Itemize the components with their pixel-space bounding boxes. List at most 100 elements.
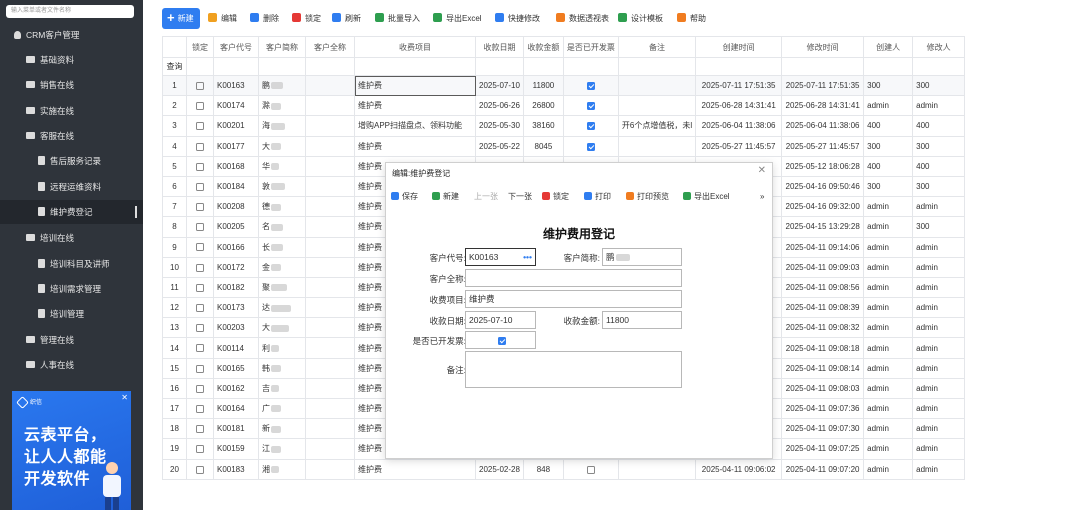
row-number[interactable]: 14 xyxy=(162,337,187,359)
row-number[interactable]: 7 xyxy=(162,196,187,218)
sidebar-item-6[interactable]: 远程运维资料 xyxy=(0,175,143,199)
row-number[interactable]: 11 xyxy=(162,276,187,299)
modifier-cell[interactable]: 300 xyxy=(912,175,966,198)
query-filter-cell[interactable] xyxy=(305,57,355,76)
dialog-toolbar-button-4[interactable]: 锁定 xyxy=(542,190,569,204)
amount-cell[interactable]: 848 xyxy=(522,458,564,480)
lock-checkbox[interactable] xyxy=(186,216,214,238)
row-number[interactable]: 18 xyxy=(162,418,187,440)
toolbar-button-4[interactable]: 刷新 xyxy=(332,8,361,29)
note-cell[interactable] xyxy=(617,458,697,480)
toolbar-button-9[interactable]: 设计模板 xyxy=(618,8,663,29)
note-cell[interactable] xyxy=(617,135,697,157)
query-filter-cell[interactable] xyxy=(522,57,564,76)
lock-checkbox-box[interactable] xyxy=(196,263,204,272)
sidebar-item-5[interactable]: 售后服务记录 xyxy=(0,149,143,173)
creator-cell[interactable]: admin xyxy=(863,95,914,117)
note-cell[interactable] xyxy=(617,95,697,117)
creator-cell[interactable]: admin xyxy=(863,256,914,278)
full-name-cell[interactable] xyxy=(305,458,355,480)
charge-item-cell[interactable]: 维护费 xyxy=(354,95,476,117)
full-name-cell[interactable] xyxy=(305,256,355,278)
full-name-cell[interactable] xyxy=(305,236,355,258)
charge-item-cell[interactable]: 维护费 xyxy=(354,458,476,480)
short-name-cell[interactable]: 大 xyxy=(258,317,306,339)
modified-time-cell[interactable]: 2025-04-11 09:07:25 xyxy=(781,438,865,460)
row-number[interactable]: 16 xyxy=(162,377,187,400)
query-filter-cell[interactable] xyxy=(863,57,914,76)
creator-cell[interactable]: admin xyxy=(863,216,914,238)
modifier-cell[interactable]: admin xyxy=(912,377,966,400)
sidebar-item-9[interactable]: 培训科目及讲师 xyxy=(0,252,143,276)
short-name-cell[interactable]: 长 xyxy=(258,236,306,258)
creator-cell[interactable]: 300 xyxy=(863,135,914,157)
toolbar-button-6[interactable]: 导出Excel xyxy=(433,8,482,29)
query-filter-cell[interactable] xyxy=(258,57,306,76)
modified-time-cell[interactable]: 2025-05-27 11:45:57 xyxy=(781,135,865,157)
toolbar-button-10[interactable]: 帮助 xyxy=(677,8,706,29)
created-time-cell[interactable]: 2025-06-28 14:31:41 xyxy=(695,95,783,117)
customer-code-cell[interactable]: K00174 xyxy=(213,95,259,117)
customer-code-cell[interactable]: K00164 xyxy=(213,397,259,420)
toolbar-button-1[interactable]: 编辑 xyxy=(208,8,237,29)
sidebar-item-2[interactable]: 销售在线 xyxy=(0,73,143,97)
modified-time-cell[interactable]: 2025-04-15 13:29:28 xyxy=(781,216,865,238)
payment-date-cell[interactable]: 2025-06-26 xyxy=(475,95,524,117)
modifier-cell[interactable]: 300 xyxy=(912,216,966,238)
toolbar-button-3[interactable]: 锁定 xyxy=(292,8,321,29)
lock-checkbox-box[interactable] xyxy=(196,142,204,151)
full-name-cell[interactable] xyxy=(305,135,355,157)
sidebar-item-10[interactable]: 培训需求管理 xyxy=(0,277,143,301)
modified-time-cell[interactable]: 2025-06-04 11:38:06 xyxy=(781,115,865,137)
creator-cell[interactable]: admin xyxy=(863,337,914,359)
lock-checkbox-box[interactable] xyxy=(196,203,204,212)
customer-code-cell[interactable]: K00173 xyxy=(213,297,259,319)
invoice-checkbox-field[interactable] xyxy=(465,331,536,349)
lock-checkbox-box[interactable] xyxy=(196,283,204,292)
modifier-cell[interactable]: admin xyxy=(912,397,966,420)
table-row[interactable]: 2 K00174 滁 维护费 2025-06-26 26800 2025-06-28 14:… xyxy=(162,95,966,117)
lock-checkbox[interactable] xyxy=(186,377,214,400)
query-filter-cell[interactable] xyxy=(617,57,697,76)
modifier-cell[interactable]: admin xyxy=(912,276,966,299)
created-time-cell[interactable]: 2025-05-27 11:45:57 xyxy=(695,135,783,157)
lock-checkbox-box[interactable] xyxy=(196,182,204,191)
short-name-cell[interactable]: 江 xyxy=(258,438,306,460)
short-name-cell[interactable]: 广 xyxy=(258,397,306,420)
lock-checkbox[interactable] xyxy=(186,297,214,319)
lock-checkbox[interactable] xyxy=(186,95,214,117)
invoice-checkbox[interactable] xyxy=(586,81,595,90)
full-name-cell[interactable] xyxy=(305,418,355,440)
dialog-toolbar-button-1[interactable]: 新建 xyxy=(432,190,459,204)
table-row[interactable]: 1 K00163 鹏 维护费 2025-07-10 11800 2025-07-11 17:… xyxy=(162,74,966,97)
amount-field[interactable]: 11800 xyxy=(602,311,682,329)
short-name-cell[interactable]: 金 xyxy=(258,256,306,278)
modifier-cell[interactable]: admin xyxy=(912,297,966,319)
modifier-cell[interactable]: admin xyxy=(912,357,966,379)
short-name-cell[interactable]: 达 xyxy=(258,297,306,319)
lock-checkbox[interactable] xyxy=(186,115,214,137)
lock-checkbox-box[interactable] xyxy=(196,384,204,393)
dialog-toolbar-button-8[interactable]: » xyxy=(760,190,764,204)
invoice-cell[interactable] xyxy=(562,95,619,117)
column-header[interactable]: 锁定 xyxy=(186,36,214,58)
modified-time-cell[interactable]: 2025-04-11 09:08:32 xyxy=(781,317,865,339)
creator-cell[interactable]: admin xyxy=(863,438,914,460)
modified-time-cell[interactable]: 2025-04-11 09:08:14 xyxy=(781,357,865,379)
customer-code-cell[interactable]: K00183 xyxy=(213,458,259,480)
sidebar-item-12[interactable]: 管理在线 xyxy=(0,328,143,352)
lock-checkbox-box[interactable] xyxy=(196,81,204,90)
row-number[interactable]: 5 xyxy=(162,155,187,177)
lock-checkbox-box[interactable] xyxy=(196,465,204,474)
lock-checkbox-box[interactable] xyxy=(196,344,204,353)
creator-cell[interactable]: admin xyxy=(863,196,914,218)
lock-checkbox[interactable] xyxy=(186,196,214,218)
note-cell[interactable]: 开6个点增值税，未l xyxy=(617,115,697,137)
dialog-toolbar-button-0[interactable]: 保存 xyxy=(391,190,418,204)
table-row[interactable]: 3 K00201 海 增购APP扫描盘点、领料功能 2025-05-30 38160 开6个… xyxy=(162,115,966,137)
modified-time-cell[interactable]: 2025-04-11 09:07:20 xyxy=(781,458,865,480)
invoice-checkbox[interactable] xyxy=(586,122,595,131)
full-name-cell[interactable] xyxy=(305,155,355,177)
customer-code-cell[interactable]: K00177 xyxy=(213,135,259,157)
modified-time-cell[interactable]: 2025-04-11 09:09:03 xyxy=(781,256,865,278)
